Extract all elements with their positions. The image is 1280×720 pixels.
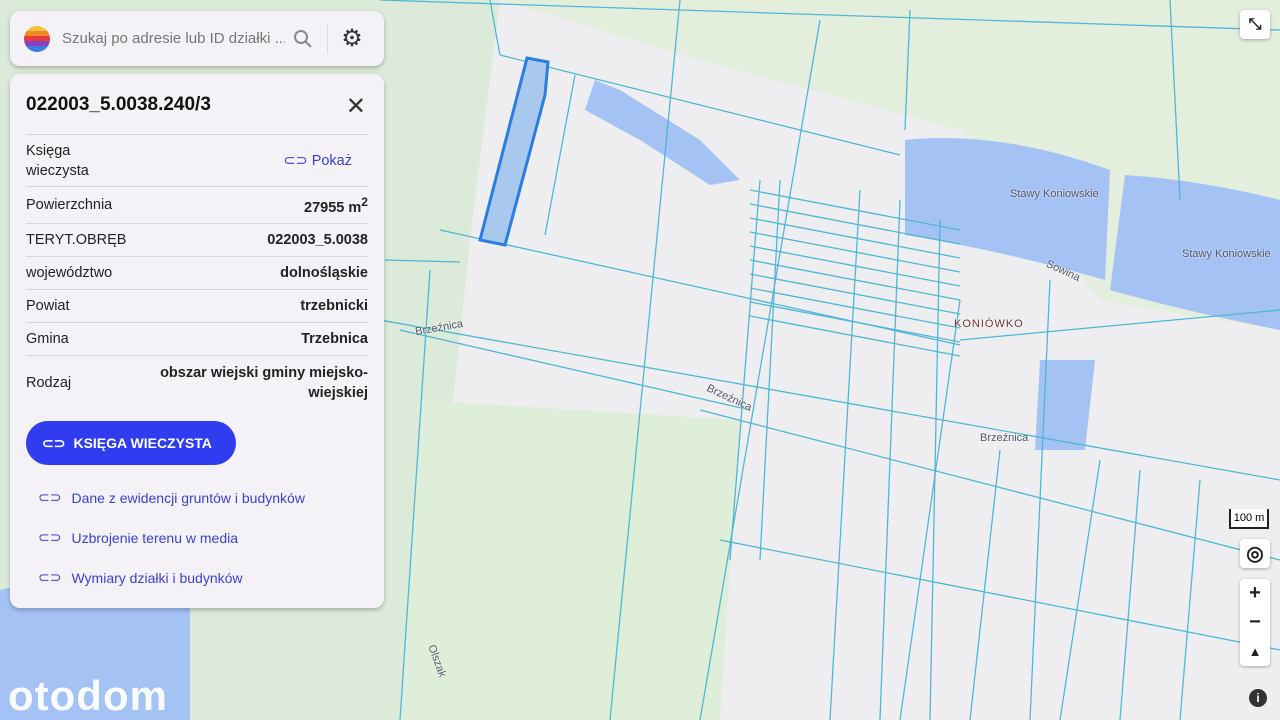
map-label: KONIÓWKO [954, 318, 1024, 330]
row-value: Trzebnica [301, 331, 368, 347]
link-icon: ⊂⊃ [42, 434, 66, 451]
map-label: Stawy Koniowskie [1182, 248, 1271, 260]
link-wymiary[interactable]: ⊂⊃ Wymiary działki i budynków [38, 569, 243, 586]
row-label: Gmina [26, 331, 69, 347]
link-icon: ⊂⊃ [38, 489, 62, 505]
scale-bar: 100 m [1229, 509, 1269, 529]
gear-icon[interactable]: ⚙ [334, 21, 370, 57]
row-value: trzebnicki [300, 298, 368, 314]
link-icon: ⊂⊃ [38, 529, 62, 545]
show-kw-link[interactable]: ⊂⊃ Pokaż [283, 153, 352, 169]
link-uzbrojenie[interactable]: ⊂⊃ Uzbrojenie terenu w media [38, 529, 238, 546]
link-icon: ⊂⊃ [38, 569, 62, 585]
zoom-out-button[interactable]: − [1240, 608, 1270, 637]
otodom-watermark: otodom [8, 672, 168, 719]
logo-icon [24, 25, 50, 52]
search-icon[interactable] [285, 21, 321, 57]
locate-icon: ◎ [1246, 543, 1264, 565]
row-label: Powierzchnia [26, 197, 113, 213]
row-label: Rodzaj [26, 374, 72, 391]
compass-button[interactable]: ▲ [1240, 637, 1270, 666]
map-label: Stawy Koniowskie [1010, 188, 1099, 200]
zoom-controls: + − ▲ [1240, 579, 1270, 666]
link-ewidencja[interactable]: ⊂⊃ Dane z ewidencji gruntów i budynków [38, 489, 305, 506]
parcel-panel: 022003_5.0038.240/3 ✕ Księga wieczysta ⊂⊃… [10, 74, 384, 608]
close-icon[interactable]: ✕ [346, 92, 366, 121]
divider [327, 23, 328, 54]
parcel-id: 022003_5.0038.240/3 [26, 94, 211, 115]
map-label: Brzeźnica [980, 432, 1029, 444]
search-bar: ⚙ [10, 11, 384, 66]
row-label: Księga wieczysta [26, 142, 89, 179]
compress-icon: ⤡ [1248, 15, 1262, 33]
ksiega-wieczysta-button[interactable]: ⊂⊃ KSIĘGA WIECZYSTA [26, 421, 236, 465]
zoom-in-button[interactable]: + [1240, 579, 1270, 608]
row-label: Powiat [26, 298, 70, 314]
row-label: TERYT.OBRĘB [26, 232, 127, 248]
search-input[interactable] [62, 30, 285, 47]
row-label: województwo [26, 265, 113, 281]
row-value: obszar wiejski gminy miejsko-wiejskiej [160, 364, 368, 401]
locate-button[interactable]: ◎ [1240, 539, 1270, 568]
info-icon[interactable]: i [1249, 689, 1267, 707]
row-value: 022003_5.0038 [267, 232, 368, 248]
fullscreen-exit-button[interactable]: ⤡ [1240, 10, 1270, 39]
row-value: dolnośląskie [280, 265, 368, 281]
row-value: 27955 m2 [304, 194, 368, 216]
